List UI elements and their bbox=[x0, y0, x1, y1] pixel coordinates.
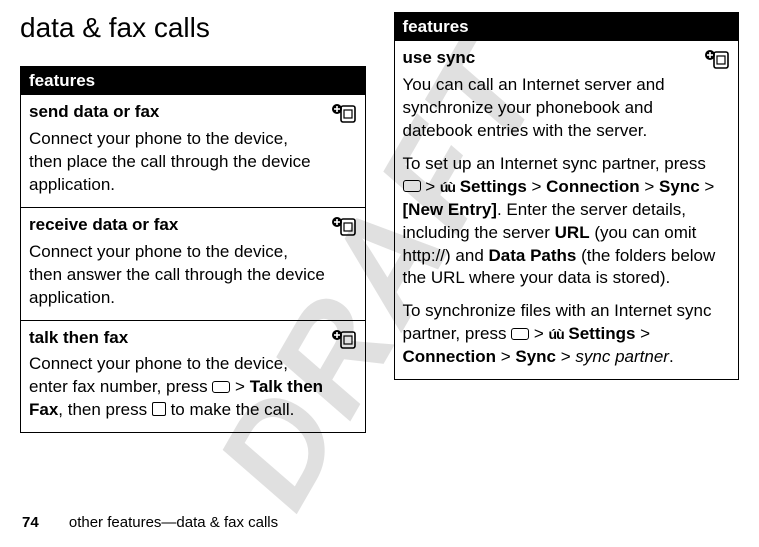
text: > bbox=[635, 324, 650, 343]
row-title: receive data or fax bbox=[29, 214, 357, 237]
table-header: features bbox=[21, 67, 366, 96]
paragraph: To synchronize files with an Internet sy… bbox=[403, 300, 727, 369]
sim-plus-icon bbox=[704, 49, 730, 76]
sim-plus-icon bbox=[331, 329, 357, 356]
menu-path: Sync bbox=[659, 177, 700, 196]
text: > bbox=[421, 177, 440, 196]
menu-path: Connection bbox=[403, 347, 497, 366]
text: > bbox=[496, 347, 515, 366]
menu-path: Settings bbox=[460, 177, 527, 196]
tools-icon: úù bbox=[549, 325, 564, 344]
feature-row: send data or fax Connect your phone to t… bbox=[21, 95, 366, 207]
footer-breadcrumb: other features—data & fax calls bbox=[69, 514, 278, 531]
text: > bbox=[556, 347, 575, 366]
row-title: talk then fax bbox=[29, 327, 357, 350]
left-features-table: features send data or fax Connect your p… bbox=[20, 66, 366, 433]
inline-bold: URL bbox=[555, 223, 590, 242]
row-body: Connect your phone to the device, then a… bbox=[29, 241, 357, 310]
text: > bbox=[527, 177, 546, 196]
tools-icon: úù bbox=[440, 178, 455, 197]
variable-text: sync partner bbox=[575, 347, 669, 366]
page-footer: 74 other features—data & fax calls bbox=[22, 514, 278, 531]
menu-path: Connection bbox=[546, 177, 640, 196]
inline-bold: Data Paths bbox=[489, 246, 577, 265]
text: > bbox=[700, 177, 715, 196]
row-body: Connect your phone to the device, enter … bbox=[29, 353, 357, 422]
send-key-icon bbox=[152, 402, 166, 416]
menu-path: [New Entry] bbox=[403, 200, 497, 219]
left-column: data & fax calls features send data or f… bbox=[20, 12, 366, 433]
feature-row: talk then fax Connect your phone to the … bbox=[21, 320, 366, 433]
text: > bbox=[640, 177, 659, 196]
sim-plus-icon bbox=[331, 103, 357, 130]
text: to make the call. bbox=[166, 400, 295, 419]
section-title: data & fax calls bbox=[20, 12, 366, 44]
text: > bbox=[230, 377, 249, 396]
feature-row: receive data or fax Connect your phone t… bbox=[21, 207, 366, 320]
sim-plus-icon bbox=[331, 216, 357, 243]
menu-key-icon bbox=[403, 180, 421, 192]
right-features-table: features use sync You can call an bbox=[394, 12, 740, 380]
text: To set up an Internet sync partner, pres… bbox=[403, 154, 706, 173]
feature-row: use sync You can call an Internet server… bbox=[394, 41, 739, 380]
page-number: 74 bbox=[22, 514, 39, 531]
page-content: data & fax calls features send data or f… bbox=[0, 0, 759, 547]
right-column: features use sync You can call an bbox=[394, 12, 740, 433]
row-title: send data or fax bbox=[29, 101, 357, 124]
row-body: Connect your phone to the device, then p… bbox=[29, 128, 357, 197]
row-title: use sync bbox=[403, 47, 731, 70]
menu-path: Settings bbox=[568, 324, 635, 343]
paragraph: You can call an Internet server and sync… bbox=[403, 74, 727, 143]
menu-key-icon bbox=[511, 328, 529, 340]
table-header: features bbox=[394, 13, 739, 42]
row-body: You can call an Internet server and sync… bbox=[403, 74, 731, 369]
menu-path: Sync bbox=[515, 347, 556, 366]
menu-key-icon bbox=[212, 381, 230, 393]
text: , then press bbox=[58, 400, 152, 419]
paragraph: To set up an Internet sync partner, pres… bbox=[403, 153, 727, 291]
text: > bbox=[529, 324, 548, 343]
text: . bbox=[669, 347, 674, 366]
